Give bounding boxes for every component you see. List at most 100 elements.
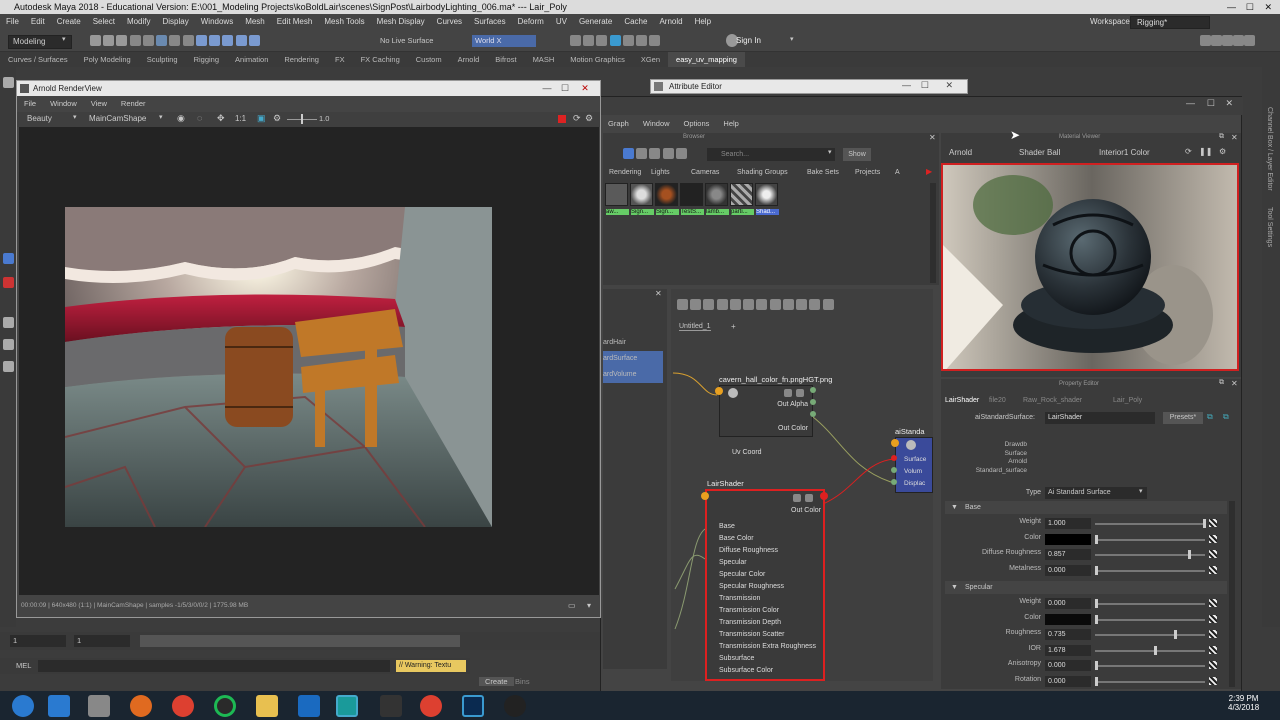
color-swatch[interactable] [1045, 613, 1091, 625]
crop-region-icon[interactable]: ◌ [197, 113, 202, 123]
settings-icon[interactable]: ⚙ [273, 113, 281, 124]
port-base-color[interactable]: Base Color [707, 533, 823, 545]
new-scene-icon[interactable] [90, 35, 101, 46]
fit-frame-icon[interactable]: ▣ [257, 113, 266, 124]
paint-select-icon[interactable] [182, 35, 194, 46]
chevron-down-icon[interactable]: ▾ [587, 601, 591, 610]
map-button-icon[interactable] [1209, 550, 1217, 558]
tab-raw-rock-shader[interactable]: Raw_Rock_shader [1023, 395, 1113, 407]
ipr-render-icon[interactable] [583, 35, 595, 46]
tab-create[interactable]: Create [479, 677, 514, 686]
property-value-field[interactable]: 1.000 [1045, 518, 1091, 529]
undo-icon[interactable] [129, 35, 141, 46]
port-out-color[interactable]: Out Color [748, 423, 812, 435]
node-menu-icon[interactable] [796, 389, 804, 397]
exposure-slider-handle[interactable] [301, 114, 303, 124]
menu-display[interactable]: Display [157, 14, 195, 30]
shelf-tab[interactable]: Curves / Surfaces [0, 52, 76, 67]
slider-track[interactable] [1095, 569, 1205, 572]
slider-handle[interactable] [1174, 630, 1177, 639]
shelf-tab[interactable]: MASH [525, 52, 563, 67]
tab-arnold[interactable]: A [895, 169, 900, 176]
workspace-select[interactable]: Rigging* [1130, 16, 1210, 29]
slider-handle[interactable] [1095, 614, 1098, 624]
focus-icon[interactable]: ⧉ [1223, 412, 1229, 422]
swatch-tile[interactable]: lamb... [705, 183, 729, 215]
menu-help[interactable]: Help [716, 116, 745, 132]
command-language-label[interactable]: MEL [16, 661, 31, 670]
save-scene-icon[interactable] [116, 35, 128, 46]
collapse-arrow-icon[interactable]: ▼ [951, 501, 958, 514]
menu-mesh[interactable]: Mesh [239, 14, 271, 30]
tab-bake-sets[interactable]: Bake Sets [807, 167, 855, 179]
shelf-tab[interactable]: FX [327, 52, 353, 67]
select-tool-icon[interactable] [3, 77, 14, 88]
layout-icon[interactable] [1244, 35, 1255, 46]
port-transmission-extra-roughness[interactable]: Transmission Extra Roughness [707, 641, 823, 653]
node-name-field[interactable]: LairShader [1045, 412, 1155, 424]
menu-file[interactable]: File [17, 96, 43, 112]
shelf-tab-active[interactable]: easy_uv_mapping [668, 52, 745, 67]
close-icon[interactable]: ✕ [945, 80, 953, 91]
close-icon[interactable]: ✕ [1225, 98, 1233, 109]
tool-settings-tab[interactable]: Tool Settings [1266, 207, 1273, 247]
property-value-field[interactable]: 1.678 [1045, 644, 1091, 656]
float-icon[interactable]: ⧉ [1219, 133, 1224, 141]
sort-icon[interactable] [649, 148, 661, 159]
tab-shading-groups[interactable]: Shading Groups [737, 167, 807, 179]
shelf-tab[interactable]: Custom [408, 52, 450, 67]
map-button-icon[interactable] [1209, 645, 1217, 654]
menu-help[interactable]: Help [689, 14, 717, 30]
layout-icon[interactable] [1233, 35, 1244, 46]
photoshop-icon[interactable] [462, 695, 484, 717]
shelf-tab[interactable]: FX Caching [353, 52, 408, 67]
gear-icon[interactable]: ⚙ [1219, 147, 1226, 156]
output-port-dot[interactable] [810, 411, 816, 417]
map-button-icon[interactable] [1209, 614, 1217, 623]
select-tool-icon[interactable] [156, 35, 168, 46]
input-port-dot[interactable] [891, 479, 897, 485]
shelf-tab[interactable]: Animation [227, 52, 276, 67]
shelf-tab[interactable]: Arnold [450, 52, 488, 67]
slider-track[interactable] [1095, 649, 1205, 652]
close-icon[interactable]: ✕ [929, 133, 936, 142]
port-out-color[interactable]: Out Color [747, 505, 821, 517]
swatch-tile[interactable]: parti... [730, 183, 754, 215]
lair-shader-node[interactable]: Out Color Base Base Color Diffuse Roughn… [705, 489, 825, 681]
menu-view[interactable]: View [84, 96, 114, 112]
pan-icon[interactable]: ✥ [217, 113, 225, 124]
slider-track[interactable] [1095, 680, 1205, 683]
render-view-icon[interactable] [622, 35, 634, 46]
pause-icon[interactable]: ❚❚ [1199, 147, 1212, 156]
list-item[interactable]: ardSurface [603, 351, 663, 367]
show-button[interactable]: Show [843, 148, 871, 161]
shelf-tab[interactable]: XGen [633, 52, 668, 67]
layout-four-icon[interactable] [3, 339, 14, 350]
refresh-icon[interactable]: ⟳ [1185, 147, 1192, 156]
menu-windows[interactable]: Windows [195, 14, 239, 30]
render-canvas[interactable] [19, 127, 599, 595]
list-item[interactable]: ardVolume [603, 367, 663, 383]
menu-arnold[interactable]: Arnold [653, 14, 688, 30]
obs-icon[interactable] [504, 695, 526, 717]
swatch-tile[interactable]: Sign... [630, 183, 654, 215]
copy-tab-icon[interactable]: ⧉ [1207, 412, 1213, 422]
slider-handle[interactable] [1095, 676, 1098, 686]
map-button-icon[interactable] [1209, 534, 1217, 543]
port-subsurface[interactable]: Subsurface [707, 653, 823, 665]
tab-rendering[interactable]: Rendering [609, 167, 651, 179]
slider-track[interactable] [1095, 603, 1205, 605]
minimize-icon[interactable]: — [1186, 98, 1195, 108]
input-port-dot[interactable] [715, 387, 723, 395]
tab-lair-poly[interactable]: Lair_Poly [1113, 397, 1142, 404]
output-port-dot[interactable] [810, 399, 816, 405]
port-specular[interactable]: Specular [707, 557, 823, 569]
slider-handle[interactable] [1188, 550, 1191, 559]
move-tool-icon[interactable] [3, 253, 14, 264]
color-swatch[interactable] [1045, 533, 1091, 545]
section-header[interactable]: Base ▼ [945, 501, 1227, 514]
redo-icon[interactable] [142, 35, 154, 46]
menu-mesh-tools[interactable]: Mesh Tools [318, 14, 370, 30]
start-icon[interactable] [12, 695, 34, 717]
sort-type-icon[interactable] [662, 148, 674, 159]
